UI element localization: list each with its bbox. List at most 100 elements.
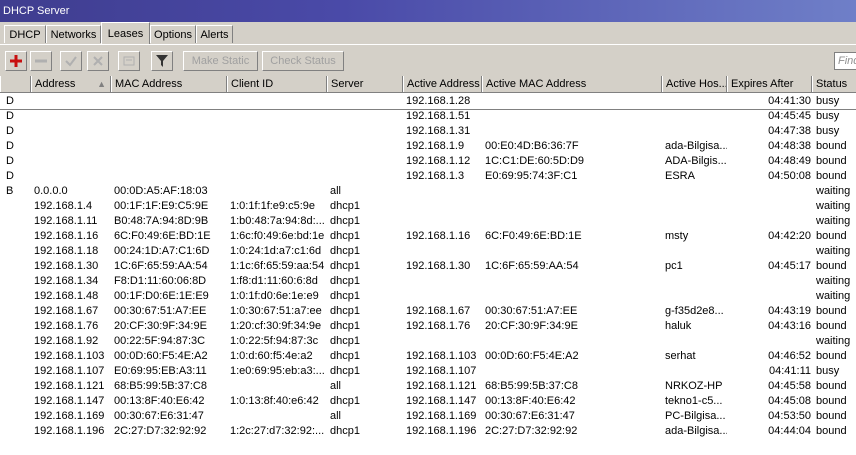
- column-header-active-address[interactable]: Active Address: [403, 76, 482, 92]
- cell-status: bound: [816, 155, 847, 167]
- table-row[interactable]: D 192.168.1.3 E0:69:95:74:3F:C1 ESRA 04:50:0…: [0, 169, 856, 184]
- make-static-button[interactable]: Make Static: [183, 51, 258, 71]
- column-header-address[interactable]: Address ▲: [31, 76, 111, 92]
- cell-status: busy: [816, 125, 840, 137]
- cell-mac-address: B0:48:7A:94:8D:9B: [114, 215, 209, 227]
- cell-active-host: [665, 334, 727, 349]
- cell-active-address: 192.168.1.9: [406, 140, 465, 152]
- cell-active-mac: 00:13:8F:40:E6:42: [485, 395, 576, 407]
- tab-options[interactable]: Options: [150, 25, 196, 43]
- column-header-server[interactable]: Server: [327, 76, 403, 92]
- find-input[interactable]: Find: [834, 52, 856, 70]
- column-header-mac[interactable]: MAC Address: [111, 76, 227, 92]
- cell-flag: D: [6, 110, 14, 122]
- table-row[interactable]: 192.168.1.196 2C:27:D7:32:92:92 1:2c:27:d7…: [0, 424, 856, 439]
- tab-networks[interactable]: Networks: [46, 25, 101, 43]
- cell-address: 192.168.1.92: [34, 335, 99, 347]
- table-row[interactable]: 192.168.1.48 00:1F:D0:6E:1E:E9 1:0:1f:d0:6…: [0, 289, 856, 304]
- cell-flag: [6, 409, 28, 424]
- check-status-button[interactable]: Check Status: [262, 51, 344, 71]
- tab-leases[interactable]: Leases: [101, 22, 150, 44]
- cell-address: 192.168.1.76: [34, 320, 99, 332]
- filter-icon: [156, 55, 168, 67]
- cell-server: dhcp1: [330, 200, 360, 212]
- cell-mac-address: 68:B5:99:5B:37:C8: [114, 380, 207, 392]
- cell-server: dhcp1: [330, 215, 360, 227]
- cell-active-address: 192.168.1.28: [406, 95, 471, 107]
- table-row[interactable]: B 0.0.0.0 00:0D:A5:AF:18:03 all waiting: [0, 184, 856, 199]
- cell-client-id: [230, 379, 326, 394]
- table-row[interactable]: 192.168.1.121 68:B5:99:5B:37:C8 all 192.168…: [0, 379, 856, 394]
- table-row[interactable]: D 192.168.1.9 00:E0:4D:B6:36:7F ada-Bilgisa…: [0, 139, 856, 154]
- cell-flag: [6, 214, 28, 229]
- cell-flag: D: [6, 140, 14, 152]
- table-row[interactable]: D 192.168.1.51 04:45:45 busy: [0, 109, 856, 124]
- cell-mac-address: 00:1F:D0:6E:1E:E9: [114, 290, 209, 302]
- minus-icon: [35, 59, 47, 63]
- column-header-active-host[interactable]: Active Hos...: [662, 76, 727, 92]
- cell-expires-after: 04:50:08: [768, 170, 811, 182]
- table-row[interactable]: 192.168.1.103 00:0D:60:F5:4E:A2 1:0:d:60:f…: [0, 349, 856, 364]
- enable-button[interactable]: [60, 51, 82, 71]
- cell-address: 192.168.1.11: [34, 215, 98, 227]
- cell-active-address: 192.168.1.16: [406, 230, 471, 242]
- table-row[interactable]: 192.168.1.18 00:24:1D:A7:C1:6D 1:0:24:1d:a…: [0, 244, 856, 259]
- cell-status: waiting: [816, 185, 851, 197]
- table-row[interactable]: 192.168.1.169 00:30:67:E6:31:47 all 192.168…: [0, 409, 856, 424]
- cell-flag: [6, 379, 28, 394]
- cell-address: 192.168.1.196: [34, 425, 105, 437]
- table-row[interactable]: 192.168.1.11 B0:48:7A:94:8D:9B 1:b0:48:7a:…: [0, 214, 856, 229]
- cell-address: [34, 109, 111, 124]
- cell-client-id: 1:0:24:1d:a7:c1:6d: [230, 245, 322, 257]
- cell-server: dhcp1: [330, 350, 360, 362]
- cell-active-host: pc1: [665, 260, 683, 272]
- cell-address: 192.168.1.30: [34, 260, 99, 272]
- table-row[interactable]: 192.168.1.30 1C:6F:65:59:AA:54 1:1c:6f:65:…: [0, 259, 856, 274]
- table-row[interactable]: 192.168.1.107 E0:69:95:EB:A3:11 1:e0:69:95…: [0, 364, 856, 379]
- table-row[interactable]: 192.168.1.147 00:13:8F:40:E6:42 1:0:13:8f:…: [0, 394, 856, 409]
- table-row[interactable]: D 192.168.1.12 1C:C1:DE:60:5D:D9 ADA-Bilgis…: [0, 154, 856, 169]
- cell-mac-address: 00:22:5F:94:87:3C: [114, 335, 206, 347]
- comment-icon: [123, 56, 135, 66]
- table-row[interactable]: 192.168.1.92 00:22:5F:94:87:3C 1:0:22:5f:9…: [0, 334, 856, 349]
- cell-flag: [6, 259, 28, 274]
- cell-flag: [6, 199, 28, 214]
- tab-dhcp[interactable]: DHCP: [4, 25, 46, 43]
- column-header-expires-after[interactable]: Expires After: [727, 76, 812, 92]
- column-header-flag[interactable]: [0, 76, 31, 92]
- table-row[interactable]: 192.168.1.34 F8:D1:11:60:06:8D 1:f8:d1:11:…: [0, 274, 856, 289]
- table-row[interactable]: 192.168.1.76 20:CF:30:9F:34:9E 1:20:cf:30:…: [0, 319, 856, 334]
- cell-server: [330, 109, 402, 124]
- cell-status: bound: [816, 380, 847, 392]
- disable-button[interactable]: [87, 51, 109, 71]
- cell-status: bound: [816, 260, 847, 272]
- cell-status: busy: [816, 365, 840, 377]
- table-row[interactable]: D 192.168.1.28 04:41:30 busy: [0, 94, 856, 110]
- cell-mac-address: 1C:6F:65:59:AA:54: [114, 260, 208, 272]
- add-button[interactable]: [5, 51, 27, 71]
- cell-mac-address: 00:0D:A5:AF:18:03: [114, 185, 208, 197]
- filter-button[interactable]: [151, 51, 173, 71]
- cell-flag: [6, 394, 28, 409]
- cell-active-address: 192.168.1.12: [406, 155, 471, 167]
- comment-button[interactable]: [118, 51, 140, 71]
- column-header-status[interactable]: Status: [812, 76, 856, 92]
- remove-button[interactable]: [30, 51, 52, 71]
- column-header-client-id[interactable]: Client ID: [227, 76, 327, 92]
- cell-status: bound: [816, 320, 847, 332]
- cell-flag: B: [6, 185, 14, 197]
- tab-alerts[interactable]: Alerts: [196, 25, 233, 43]
- table-row[interactable]: D 192.168.1.31 04:47:38 busy: [0, 124, 856, 139]
- cell-address: [34, 139, 111, 154]
- cell-active-mac: [485, 289, 661, 304]
- cell-active-address: [406, 214, 482, 229]
- cell-active-mac: [485, 199, 661, 214]
- cell-active-host: [665, 244, 727, 259]
- table-row[interactable]: 192.168.1.4 00:1F:1F:E9:C5:9E 1:0:1f:1f:e9…: [0, 199, 856, 214]
- cell-client-id: [230, 184, 326, 199]
- cell-expires-after: 04:42:20: [768, 230, 811, 242]
- column-header-active-mac[interactable]: Active MAC Address: [482, 76, 662, 92]
- table-row[interactable]: 192.168.1.67 00:30:67:51:A7:EE 1:0:30:67:5…: [0, 304, 856, 319]
- cell-flag: D: [6, 125, 14, 137]
- table-row[interactable]: 192.168.1.16 6C:F0:49:6E:BD:1E 1:6c:f0:49:…: [0, 229, 856, 244]
